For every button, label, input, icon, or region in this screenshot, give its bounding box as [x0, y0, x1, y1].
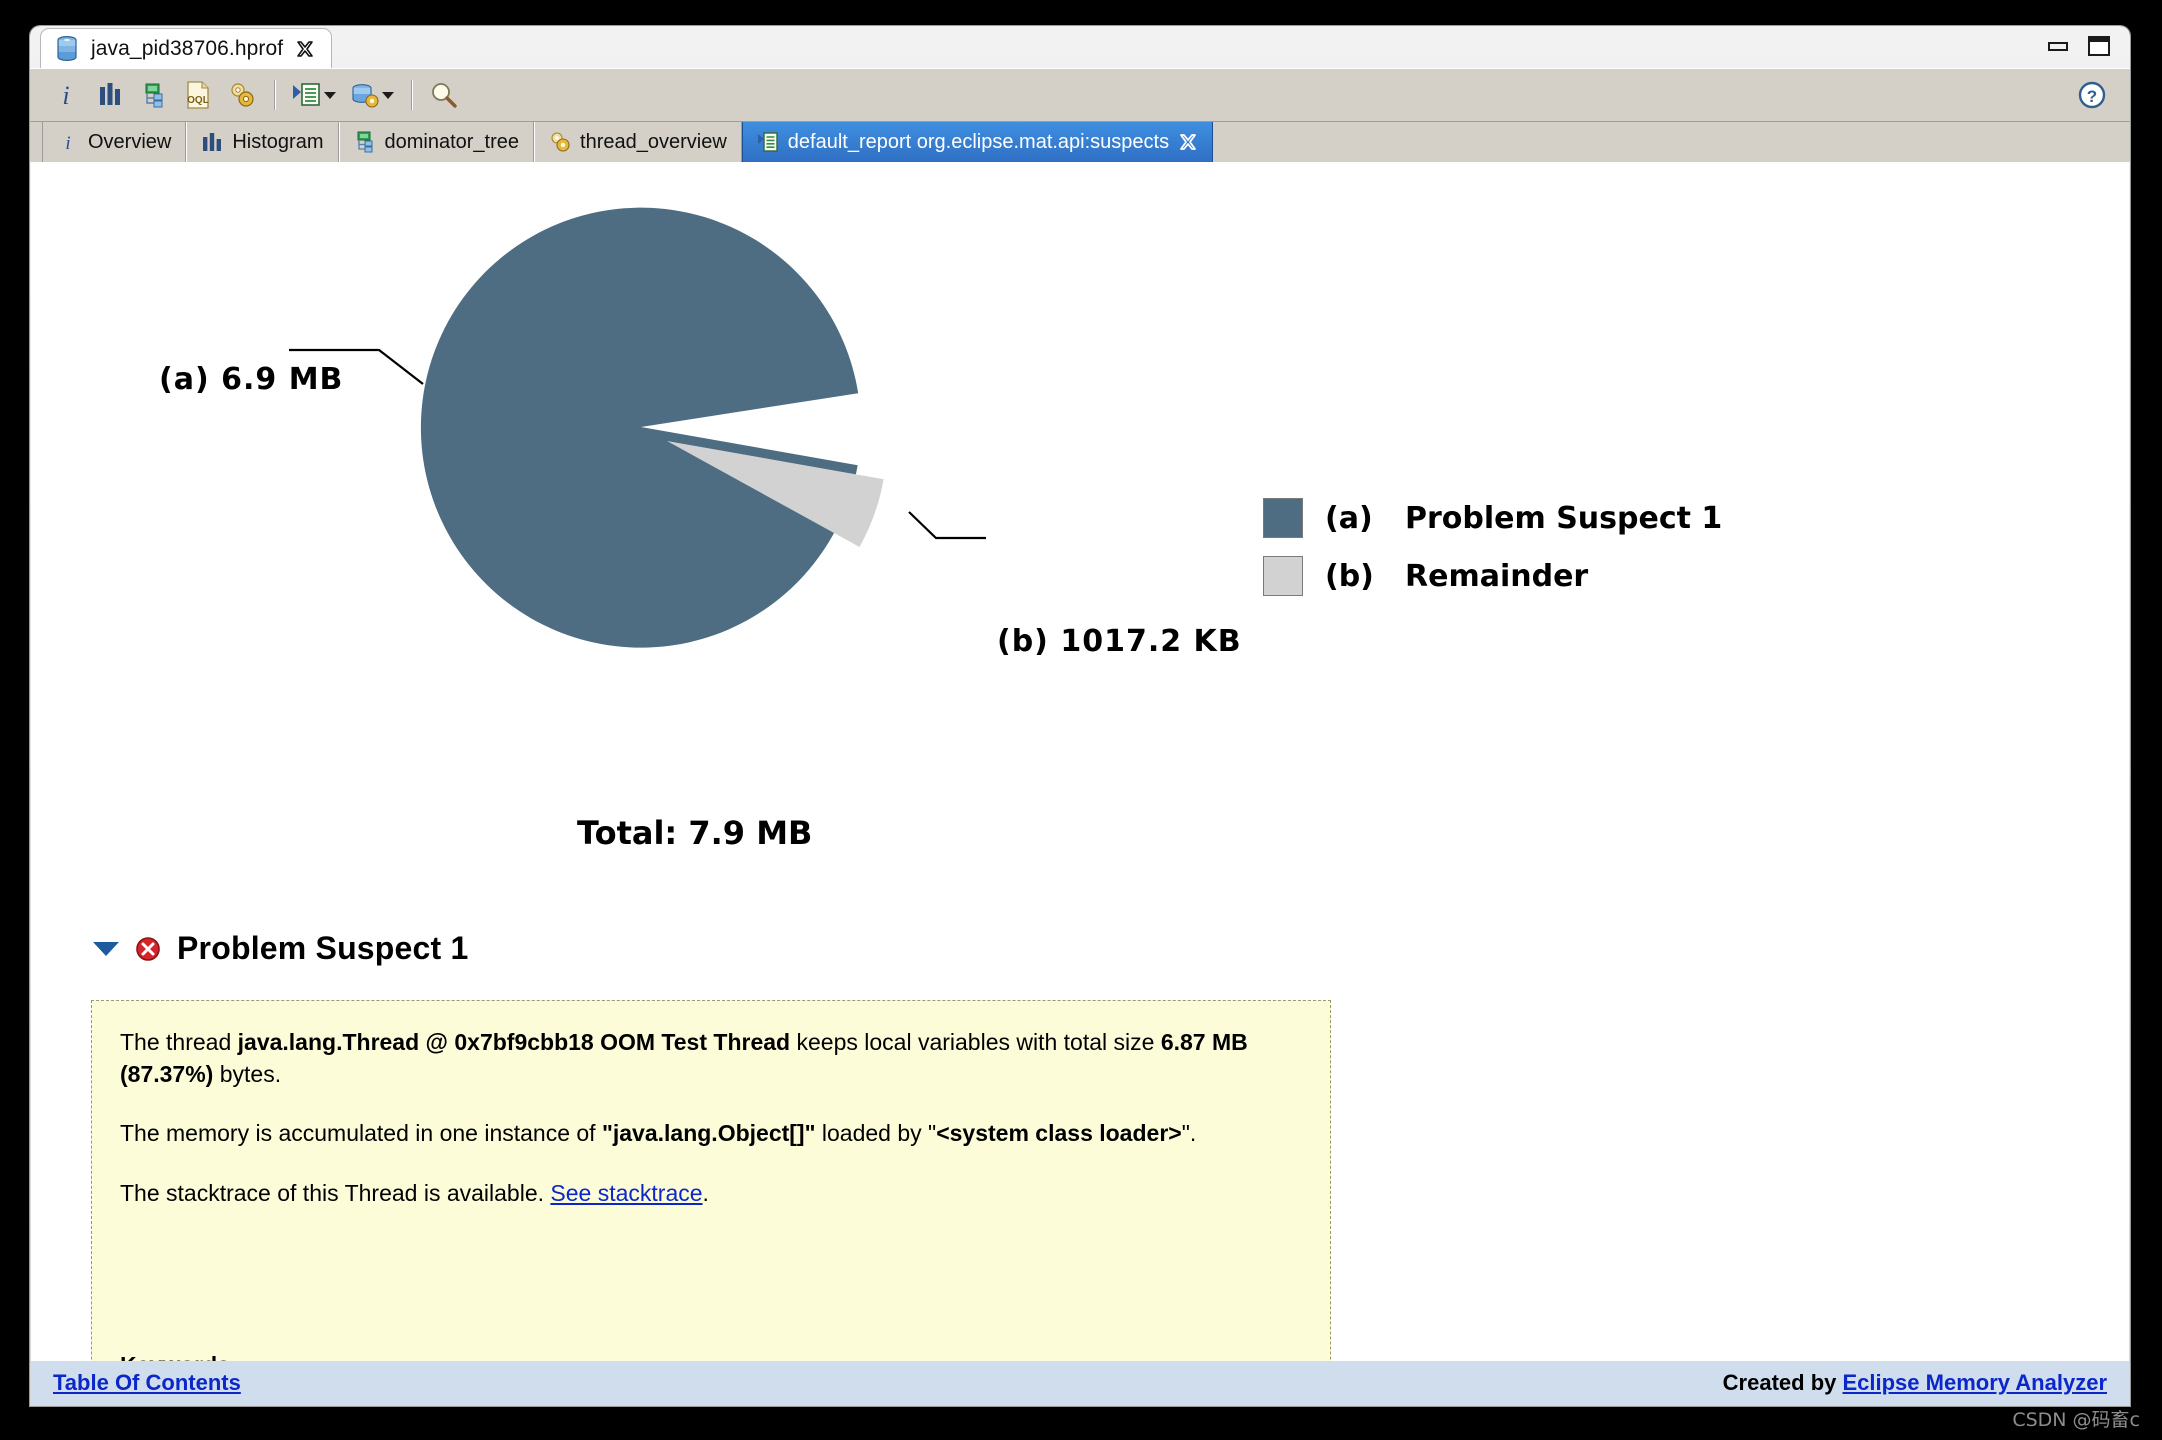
p2-bold-class: "java.lang.Object[]"	[601, 1120, 816, 1147]
gear-icon	[549, 131, 571, 153]
tab-histogram[interactable]: Histogram	[186, 122, 339, 162]
toolbar-separator	[274, 80, 275, 110]
p3-text-2: .	[702, 1180, 709, 1207]
p1-bold-thread: java.lang.Thread @ 0x7bf9cbb18 OOM Test …	[237, 1029, 791, 1055]
p2-text-3: ".	[1181, 1120, 1197, 1147]
pie-slice-a	[420, 207, 859, 648]
chart-total-label: Total: 7.9 MB	[577, 814, 813, 852]
document-tab[interactable]: java_pid38706.hprof	[40, 28, 333, 68]
p2-bold-loader: <system class loader>	[936, 1120, 1182, 1147]
report-icon	[757, 131, 779, 153]
toolbar: i OQL ?	[30, 68, 2130, 122]
maximize-button[interactable]	[2088, 36, 2110, 56]
database-icon	[55, 35, 79, 62]
overview-info-icon[interactable]: i	[44, 75, 88, 115]
suspect-description-panel: The thread java.lang.Thread @ 0x7bf9cbb1…	[91, 1000, 1331, 1405]
created-by-text: Created by	[1722, 1370, 1843, 1395]
legend-swatch-b	[1263, 556, 1303, 596]
svg-text:i: i	[62, 81, 69, 110]
suspect-paragraph-2: The memory is accumulated in one instanc…	[120, 1118, 1302, 1150]
suspect-paragraph-3: The stacktrace of this Thread is availab…	[120, 1178, 1302, 1210]
chart-legend: (a) Problem Suspect 1 (b) Remainder	[1263, 498, 1722, 614]
tab-label: default_report org.eclipse.mat.api:suspe…	[787, 130, 1170, 153]
chevron-down-icon[interactable]	[324, 91, 336, 99]
application-window: java_pid38706.hprof i OQL ? i Overview H…	[30, 26, 2130, 1406]
footer-left: Table Of Contents	[53, 1370, 241, 1396]
tab-label: Histogram	[232, 130, 324, 153]
close-icon[interactable]	[1178, 132, 1198, 152]
toolbar-separator	[411, 80, 412, 110]
info-icon: i	[57, 131, 79, 153]
editor-tab-strip: i Overview Histogram dominator_tree thre…	[30, 122, 2130, 162]
p1-text-2: keeps local variables with total size	[790, 1029, 1161, 1055]
tab-overview[interactable]: i Overview	[42, 122, 187, 162]
window-controls	[2048, 36, 2110, 56]
histogram-icon	[201, 131, 223, 153]
pie-chart: (a) 6.9 MB (b) 1017.2 KB Total: 7.9 MB (…	[31, 162, 2129, 852]
p1-text-3: bytes.	[213, 1060, 282, 1087]
legend-label-a: Problem Suspect 1	[1405, 500, 1723, 536]
search-icon[interactable]	[422, 75, 466, 115]
title-bar: java_pid38706.hprof	[30, 26, 2130, 68]
legend-label-b: Remainder	[1405, 558, 1589, 594]
chevron-down-icon[interactable]	[93, 941, 119, 956]
screenshot-root: java_pid38706.hprof i OQL ? i Overview H…	[0, 0, 2162, 1440]
callout-label-b: (b) 1017.2 KB	[997, 624, 1242, 659]
minimize-button[interactable]	[2048, 41, 2068, 51]
p3-text-1: The stacktrace of this Thread is availab…	[120, 1180, 551, 1207]
p2-text-1: The memory is accumulated in one instanc…	[120, 1120, 602, 1147]
legend-key-b: (b)	[1325, 558, 1374, 594]
reports-gear-icon[interactable]	[220, 75, 264, 115]
close-icon[interactable]	[295, 39, 315, 59]
tab-dominator-tree[interactable]: dominator_tree	[338, 122, 535, 162]
legend-item-b: (b) Remainder	[1263, 556, 1722, 596]
svg-text:?: ?	[2087, 87, 2097, 106]
chevron-down-icon[interactable]	[382, 91, 394, 99]
tab-label: dominator_tree	[384, 130, 520, 153]
svg-text:i: i	[65, 133, 70, 153]
document-tab-title: java_pid38706.hprof	[91, 36, 284, 60]
callout-label-a: (a) 6.9 MB	[159, 362, 344, 397]
legend-swatch-a	[1263, 498, 1303, 538]
svg-text:OQL: OQL	[187, 95, 209, 106]
run-expert-system-icon[interactable]	[285, 75, 343, 115]
p1-text-1: The thread	[120, 1029, 238, 1055]
callout-line-b	[908, 511, 986, 540]
problem-suspect-heading[interactable]: Problem Suspect 1	[93, 930, 469, 967]
histogram-icon[interactable]	[88, 75, 132, 115]
tab-thread-overview[interactable]: thread_overview	[534, 122, 742, 162]
tab-label: Overview	[88, 130, 172, 153]
page-title: Problem Suspect 1	[177, 930, 469, 966]
tree-icon	[354, 131, 376, 153]
tab-default-report-suspects[interactable]: default_report org.eclipse.mat.api:suspe…	[741, 122, 1214, 162]
dominator-tree-icon[interactable]	[132, 75, 176, 115]
eclipse-memory-analyzer-link[interactable]: Eclipse Memory Analyzer	[1842, 1370, 2107, 1395]
legend-key-a: (a)	[1325, 500, 1373, 536]
footer-right: Created by Eclipse Memory Analyzer	[1723, 1370, 2107, 1396]
report-footer: Table Of Contents Created by Eclipse Mem…	[31, 1361, 2129, 1405]
heap-dump-config-icon[interactable]	[343, 75, 401, 115]
error-icon	[135, 936, 161, 962]
watermark: CSDN @码畜c	[2012, 1409, 2140, 1431]
suspect-paragraph-1: The thread java.lang.Thread @ 0x7bf9cbb1…	[120, 1027, 1302, 1090]
help-icon[interactable]: ?	[2076, 79, 2108, 116]
table-of-contents-link[interactable]: Table Of Contents	[53, 1370, 241, 1395]
oql-icon[interactable]: OQL	[176, 75, 220, 115]
p2-text-2: loaded by "	[815, 1120, 937, 1147]
tab-label: thread_overview	[580, 130, 727, 153]
report-content: (a) 6.9 MB (b) 1017.2 KB Total: 7.9 MB (…	[31, 162, 2129, 1405]
see-stacktrace-link[interactable]: See stacktrace	[550, 1180, 702, 1206]
legend-item-a: (a) Problem Suspect 1	[1263, 498, 1722, 538]
